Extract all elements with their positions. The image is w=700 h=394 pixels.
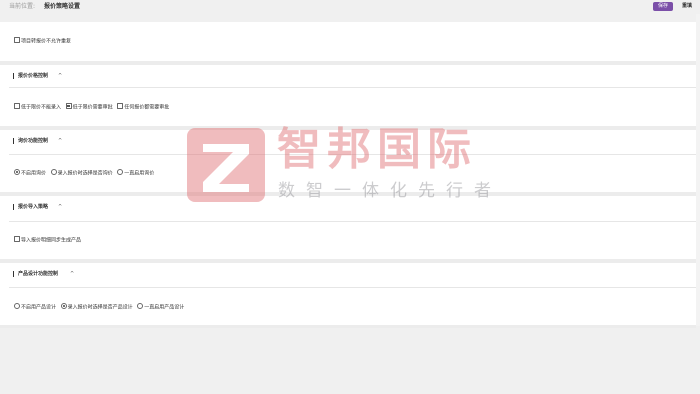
option-label: 任何报价都需要审批 xyxy=(124,104,170,111)
chevron-up-icon[interactable]: ^ xyxy=(58,196,62,218)
option-below-limit-approve[interactable]: 低于限价需要审批 xyxy=(65,103,113,112)
section-marker xyxy=(13,204,14,210)
panel-project-quote: 项目转报价不允许重复 xyxy=(0,22,696,61)
options-row: 不启用询价 录入报价时选择是否询价 一直启用询价 xyxy=(14,169,157,178)
options-row: 不启用产品设计 录入报价时选择是否产品设计 一直启用产品设计 xyxy=(14,303,187,312)
section-header[interactable]: 报价价格控制 ^ xyxy=(0,65,696,87)
option-no-design[interactable]: 不启用产品设计 xyxy=(14,303,56,312)
radio[interactable] xyxy=(50,169,57,175)
option-below-limit-block[interactable]: 低于限价不能录入 xyxy=(14,103,61,112)
radio-selected[interactable] xyxy=(14,169,20,175)
checkbox[interactable] xyxy=(14,236,20,242)
scrollbar-track[interactable] xyxy=(696,14,700,326)
chevron-up-icon[interactable]: ^ xyxy=(58,130,62,152)
section-header[interactable]: 产品设计功能控制 ^ xyxy=(0,263,696,285)
options-row: 低于限价不能录入 低于限价需要审批 任何报价都需要审批 xyxy=(14,103,172,112)
section-marker xyxy=(13,138,14,144)
option-choose-inquiry[interactable]: 录入报价时选择是否询价 xyxy=(50,169,113,178)
option-choose-design[interactable]: 录入报价时选择是否产品设计 xyxy=(60,303,133,312)
section-divider xyxy=(9,221,696,222)
option-label: 低于限价不能录入 xyxy=(21,104,62,111)
watermark: 智邦国际 数智一体化先行者 xyxy=(185,126,495,206)
radio[interactable] xyxy=(137,303,144,309)
option-no-duplicate-quote[interactable]: 项目转报价不允许重复 xyxy=(14,37,71,46)
breadcrumb-label: 当前位置: xyxy=(9,3,36,10)
panel-product-design: 产品设计功能控制 ^ 不启用产品设计 录入报价时选择是否产品设计 一直启用产品设… xyxy=(0,263,696,325)
save-button[interactable]: 保存 xyxy=(653,2,673,11)
option-no-inquiry[interactable]: 不启用询价 xyxy=(14,169,46,178)
top-bar: 当前位置: 报价策略设置 保存 重填 xyxy=(0,0,700,14)
option-import-generate-product[interactable]: 导入报价明细同步生成产品 xyxy=(14,236,81,245)
option-label: 不启用产品设计 xyxy=(21,304,57,311)
watermark-title: 智邦国际 xyxy=(277,124,477,175)
section-title: 产品设计功能控制 xyxy=(18,271,59,277)
option-label: 项目转报价不允许重复 xyxy=(21,38,72,45)
section-marker xyxy=(13,73,14,79)
section-divider xyxy=(9,287,696,288)
section-divider xyxy=(9,87,696,88)
section-marker xyxy=(13,271,14,277)
section-title: 报价价格控制 xyxy=(18,73,49,79)
section-title: 报价导入策略 xyxy=(18,204,49,210)
options-row: 导入报价明细同步生成产品 xyxy=(14,236,84,245)
chevron-up-icon[interactable]: ^ xyxy=(70,263,74,285)
option-label: 低于限价需要审批 xyxy=(72,104,113,111)
option-label: 导入报价明细同步生成产品 xyxy=(21,237,82,244)
option-label: 录入报价时选择是否询价 xyxy=(57,170,113,177)
checkbox[interactable] xyxy=(14,37,20,43)
checkbox-checked[interactable] xyxy=(65,103,72,109)
watermark-slogan: 数智一体化先行者 xyxy=(278,181,502,201)
checkbox[interactable] xyxy=(117,103,124,109)
section-gap xyxy=(0,325,696,328)
option-always-design[interactable]: 一直启用产品设计 xyxy=(137,303,184,312)
option-label: 录入报价时选择是否产品设计 xyxy=(67,304,133,311)
z-logo-icon xyxy=(187,128,265,202)
radio[interactable] xyxy=(14,303,20,309)
options-row: 项目转报价不允许重复 xyxy=(14,37,74,46)
option-label: 一直启用询价 xyxy=(124,170,155,177)
reset-button[interactable]: 重填 xyxy=(678,2,696,11)
option-label: 不启用询价 xyxy=(21,170,47,177)
option-all-approve[interactable]: 任何报价都需要审批 xyxy=(117,103,169,112)
radio-selected[interactable] xyxy=(60,303,67,309)
checkbox[interactable] xyxy=(14,103,20,109)
option-always-inquiry[interactable]: 一直启用询价 xyxy=(117,169,154,178)
page-title: 报价策略设置 xyxy=(44,3,81,10)
section-title: 询价功能控制 xyxy=(18,138,49,144)
option-label: 一直启用产品设计 xyxy=(144,304,185,311)
radio[interactable] xyxy=(117,169,124,175)
chevron-up-icon[interactable]: ^ xyxy=(58,65,62,87)
panel-price-control: 报价价格控制 ^ 低于限价不能录入 低于限价需要审批 任何报价都需要审批 xyxy=(0,65,696,126)
